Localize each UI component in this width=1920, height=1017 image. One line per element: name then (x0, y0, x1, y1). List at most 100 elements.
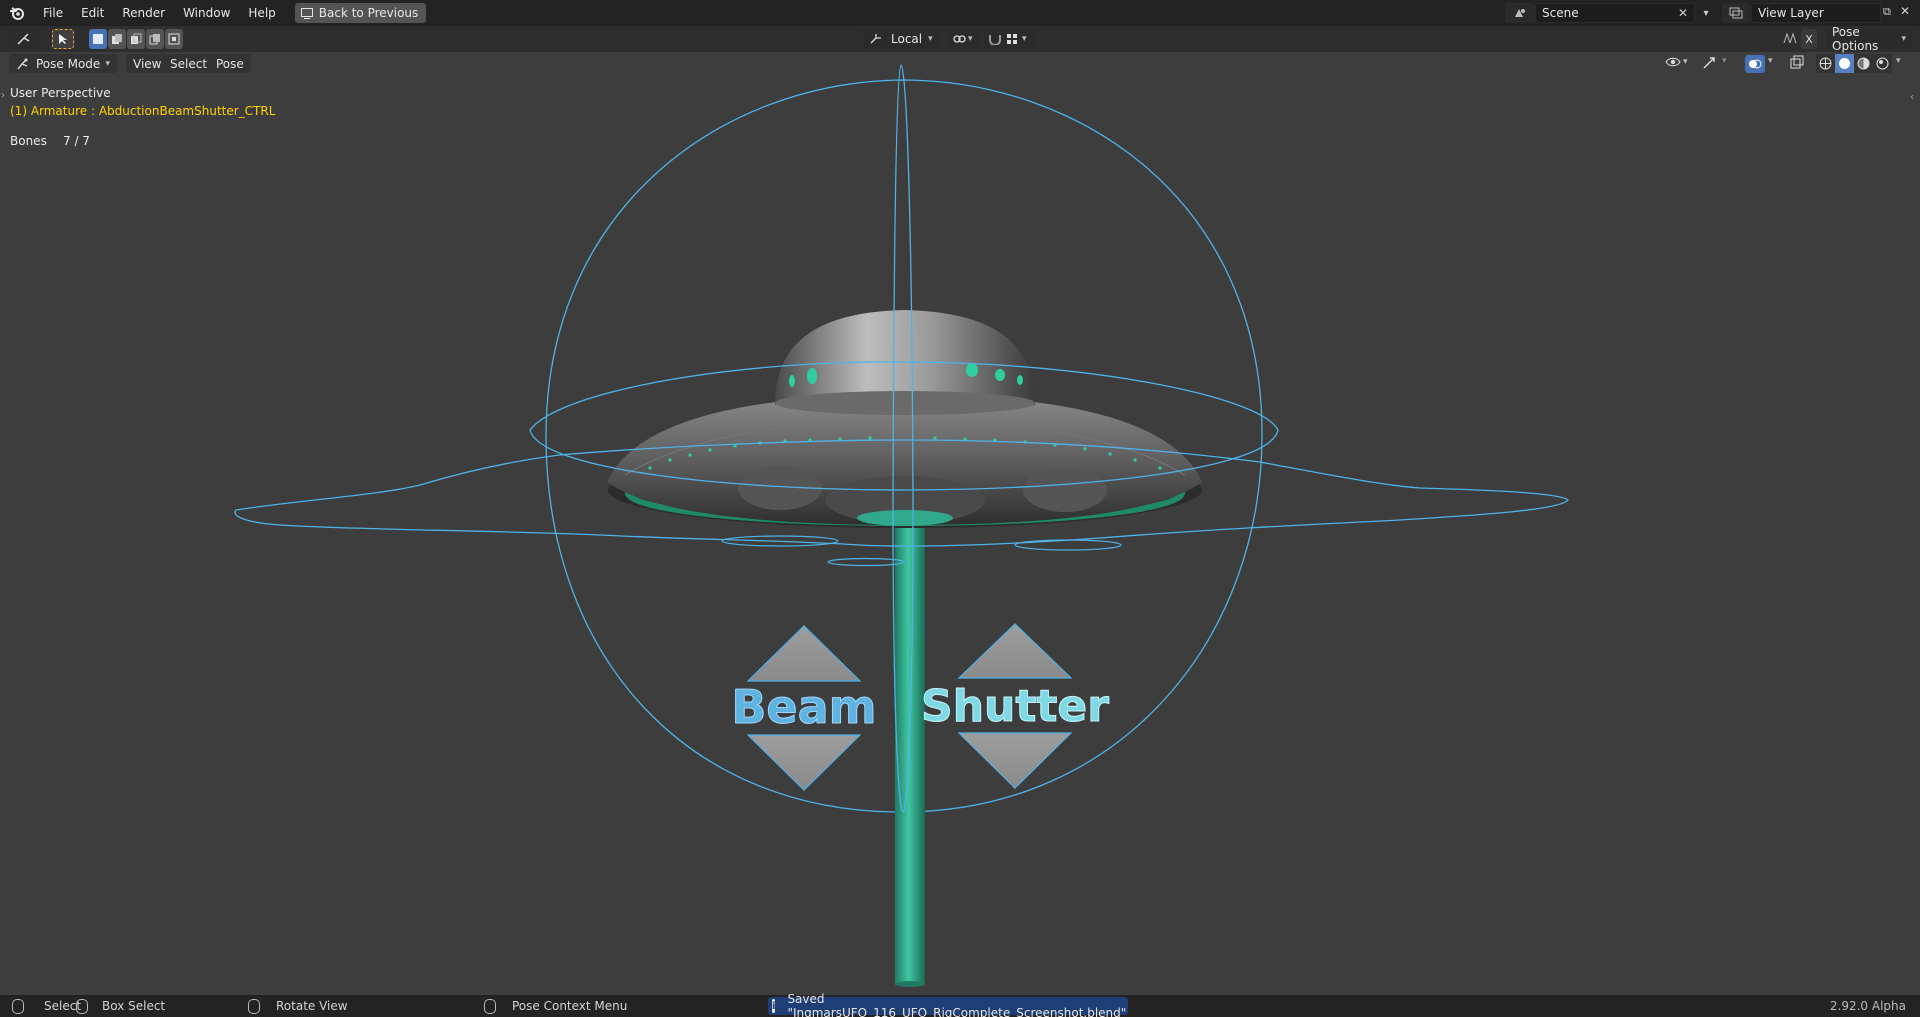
select-invert-icon (149, 34, 160, 45)
select-menu[interactable]: Select (163, 54, 215, 73)
chevron-down-icon: ▾ (1022, 34, 1027, 44)
select-mode-invert-button[interactable] (146, 29, 164, 49)
gizmo-toggle-icon[interactable] (1702, 56, 1718, 73)
saved-message-text: Saved "IngmarsUFO_116_UFO_RigComplete_Sc… (787, 992, 1127, 1017)
tool-settings-bar: Local ▾ ▾ ▾ X Pose Options ▾ (0, 25, 1920, 53)
new-view-layer-icon[interactable]: ⧉ (1883, 5, 1891, 19)
bone-ring-small-right (1014, 539, 1122, 551)
chevron-down-icon: ▾ (968, 34, 973, 44)
pose-options-dropdown[interactable]: Pose Options ▾ (1826, 25, 1912, 53)
x-axis-mirror-toggle[interactable]: X (1801, 29, 1817, 49)
version-label: 2.92.0 Alpha (1829, 999, 1906, 1013)
material-shading-button[interactable] (1854, 54, 1873, 73)
bones-stat-label: Bones (10, 134, 47, 148)
chevron-down-icon: ▾ (928, 34, 933, 44)
chevron-down-icon: ▾ (1683, 57, 1688, 67)
cursor-icon (59, 34, 67, 44)
select-mode-intersect-button[interactable] (165, 29, 183, 49)
solid-shading-button[interactable] (1835, 54, 1854, 73)
pose-tool-icon (17, 33, 30, 45)
viewport-scene[interactable]: Beam Shutter (0, 0, 1920, 1017)
pose-options-label: Pose Options (1832, 25, 1879, 53)
chevron-down-icon: ▾ (1901, 34, 1906, 44)
viewport-header: Pose Mode ▾ View Select Pose ▾ ▾ ▾ ▾ (0, 52, 1920, 76)
snap-magnet-icon (989, 35, 1001, 45)
select-intersect-icon (168, 33, 180, 45)
select-extend-icon (112, 34, 122, 44)
pivot-icon (953, 35, 966, 43)
select-subtract-icon (131, 33, 142, 44)
rendered-sphere-icon (1876, 57, 1889, 70)
bones-stat-value: 7 / 7 (63, 134, 90, 148)
snap-grid-icon (1007, 34, 1017, 44)
rendered-shading-button[interactable] (1873, 54, 1892, 73)
back-to-previous-button[interactable]: Back to Previous (294, 3, 427, 23)
mode-label: Pose Mode (36, 56, 101, 71)
view-layer-icon[interactable] (1722, 3, 1750, 23)
top-menu-bar: File Edit Render Window Help Back to Pre… (0, 0, 1920, 26)
overlays-icon (1749, 59, 1762, 69)
menu-window[interactable]: Window (174, 0, 239, 26)
mode-dropdown[interactable]: Pose Mode ▾ (9, 54, 117, 73)
overlays-toggle[interactable] (1745, 55, 1765, 73)
shutter-label: Shutter (921, 681, 1109, 732)
scene-name-field[interactable]: Scene ✕ (1535, 3, 1695, 23)
material-sphere-icon (1857, 57, 1870, 70)
toolbar-expand-icon[interactable]: › (1, 90, 5, 101)
scene-name: Scene (1542, 6, 1579, 20)
chevron-down-icon: ▾ (105, 58, 110, 69)
menu-render[interactable]: Render (113, 0, 174, 26)
wireframe-shading-button[interactable] (1816, 54, 1835, 73)
scene-dropdown-icon[interactable]: ▾ (1697, 3, 1715, 23)
status-bar: Select Box Select Rotate View Pose Conte… (0, 992, 1920, 1017)
saved-notification[interactable]: i Saved "IngmarsUFO_116_UFO_RigComplete_… (768, 992, 1128, 1017)
scene-close-icon[interactable]: ✕ (1678, 6, 1688, 20)
remove-view-layer-icon[interactable]: ✕ (1900, 4, 1910, 18)
shading-dropdown-icon[interactable]: ▾ (1896, 56, 1901, 66)
status-context-menu-label: Pose Context Menu (512, 999, 628, 1013)
status-context-menu-hint: Pose Context Menu (484, 995, 627, 1017)
mouse-left-icon (12, 998, 24, 1014)
pose-mirror-icon[interactable] (1782, 31, 1798, 48)
wireframe-icon (1819, 57, 1832, 70)
transform-orientation-dropdown[interactable]: Local ▾ (863, 29, 941, 49)
tool-options-dropdown[interactable] (9, 29, 39, 49)
mouse-right-icon (484, 998, 496, 1014)
solid-sphere-icon (1839, 58, 1850, 69)
info-icon: i (772, 999, 776, 1013)
gizmo-dropdown-icon[interactable]: ▾ (1722, 56, 1727, 66)
status-box-select-label: Box Select (102, 999, 166, 1013)
eye-icon (1665, 57, 1681, 67)
status-select-hint: Select (12, 995, 81, 1017)
view-perspective-label: User Perspective (10, 86, 111, 100)
sidebar-expand-icon[interactable]: ‹ (1910, 92, 1914, 103)
beam-controller[interactable]: Beam (731, 625, 877, 791)
blender-logo-icon[interactable] (0, 0, 34, 26)
pivot-point-dropdown[interactable]: ▾ (948, 29, 980, 49)
menu-file[interactable]: File (34, 0, 72, 26)
mouse-drag-icon (76, 998, 88, 1014)
select-mode-subtract-button[interactable] (127, 29, 145, 49)
menu-help[interactable]: Help (239, 0, 284, 26)
pose-mode-icon (17, 58, 28, 69)
view-layer-field[interactable]: View Layer (1751, 3, 1881, 23)
snapping-dropdown[interactable]: ▾ (984, 29, 1036, 49)
xray-toggle-icon[interactable] (1789, 55, 1805, 74)
shading-modes (1816, 54, 1892, 73)
select-new-icon (93, 34, 103, 44)
object-visibility-dropdown[interactable]: ▾ (1665, 56, 1688, 68)
transform-orientation-value: Local (891, 32, 923, 46)
shutter-controller[interactable]: Shutter (921, 623, 1110, 789)
back-to-previous-label: Back to Previous (318, 6, 419, 20)
status-rotate-view-label: Rotate View (276, 999, 348, 1013)
menu-edit[interactable]: Edit (72, 0, 113, 26)
overlays-dropdown-icon[interactable]: ▾ (1768, 56, 1773, 66)
select-tool-button[interactable] (52, 29, 74, 49)
mouse-middle-icon (248, 998, 260, 1014)
select-mode-new-button[interactable] (89, 29, 107, 49)
ufo-model (607, 310, 1202, 528)
abduction-beam (895, 525, 925, 987)
select-mode-extend-button[interactable] (108, 29, 126, 49)
pose-menu[interactable]: Pose (209, 54, 251, 73)
scene-selector-icon[interactable] (1505, 3, 1535, 23)
